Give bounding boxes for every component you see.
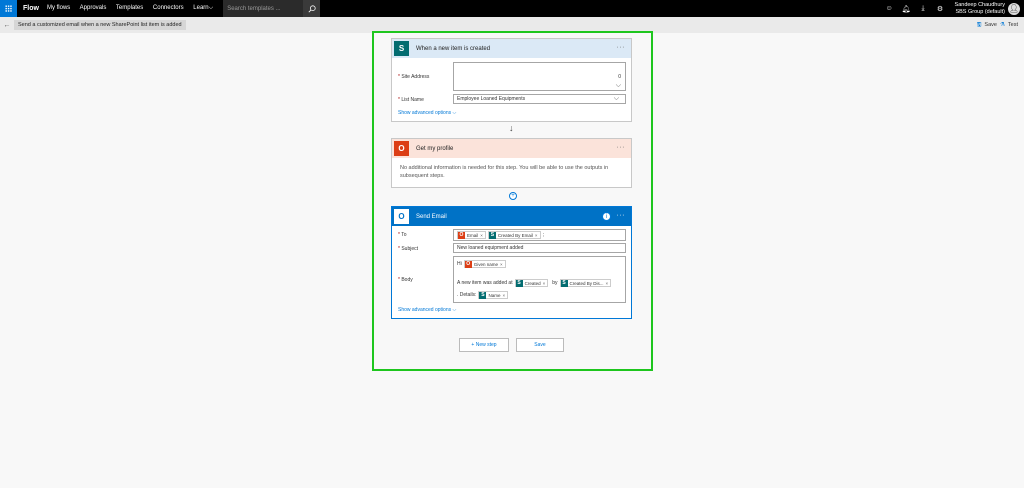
token-given-name[interactable]: O Given name × [463,260,506,268]
email-card: O Send Email i ··· * To O Email × S Created… [391,206,632,319]
trigger-card: S When a new item is created ··· * Site … [391,38,632,122]
chevron-down-icon: ⌵ [613,95,619,102]
token-created-by-display[interactable]: S Created By Dis... × [559,279,612,287]
user-org: SBS Group (default) [955,8,1005,15]
save-link[interactable]: Save [984,22,997,28]
token-created[interactable]: S Created × [514,279,549,287]
top-bar: Flow My flows Approvals Templates Connec… [0,0,1024,17]
top-right-controls: ☺ 🔔︎ ⤓ ⚙ Sandeep Chaudhury SBS Group (de… [881,0,1024,17]
token-name[interactable]: S Name × [478,291,509,299]
to-field[interactable]: O Email × S Created By Email × ; [453,229,626,241]
profile-title: Get my profile [416,145,454,152]
chevron-down-icon[interactable]: ⌵ [616,82,621,90]
more-options-icon[interactable]: ··· [617,144,626,151]
info-icon[interactable]: i [602,212,611,221]
test-flask-icon: ⚗ [999,22,1005,28]
sharepoint-icon: S [488,231,496,239]
search-input[interactable]: Search templates ... [223,0,304,17]
outlook-icon: O [394,209,409,224]
chevron-down-icon: ⌵ [452,307,457,313]
remove-token-icon[interactable]: × [543,281,546,286]
remove-token-icon[interactable]: × [480,233,483,238]
nav-my-flows[interactable]: My flows [47,5,70,11]
sharepoint-icon: S [515,279,523,287]
sharepoint-icon: S [479,291,487,299]
list-name-label: * List Name [398,97,424,103]
to-label: * To [398,232,407,238]
sharepoint-icon: S [560,279,568,287]
office-icon: O [464,260,472,268]
subject-field[interactable]: New loaned equipment added [453,243,626,253]
download-icon[interactable]: ⤓ [915,0,932,17]
flow-name[interactable]: Send a customized email when a new Share… [14,20,186,30]
body-field[interactable]: Hi O Given name × A new item was added at … [453,256,626,303]
email-advanced-options[interactable]: Show advanced options ⌵ [398,307,456,313]
trigger-advanced-options[interactable]: Show advanced options ⌵ [398,110,456,116]
office-icon: O [458,231,465,239]
add-step-plus-icon[interactable]: + [509,192,517,200]
brand-title[interactable]: Flow [23,5,39,12]
site-address-label: * Site Address [398,74,430,80]
to-separator: ; [542,232,544,238]
email-card-header[interactable]: O Send Email i ··· [392,207,631,226]
feedback-smiley-icon[interactable]: ☺ [881,0,898,17]
gear-icon[interactable]: ⚙ [932,0,949,17]
body-by: by [552,280,558,286]
remove-token-icon[interactable]: × [535,233,538,238]
body-line2: A new item was added at [457,280,513,286]
nav-connectors[interactable]: Connectors [153,5,184,11]
sharepoint-icon: S [394,41,409,56]
profile-message: No additional information is needed for … [400,165,609,179]
flow-actions: 🖫︎ Save ⚗ Test [974,17,1018,33]
list-name-select[interactable]: Employee Loaned Equipments ⌵ [453,94,626,104]
trigger-card-header[interactable]: S When a new item is created ··· [392,39,631,58]
remove-token-icon[interactable]: × [502,293,505,298]
profile-card: O Get my profile ··· No additional infor… [391,138,632,188]
profile-card-header[interactable]: O Get my profile ··· [392,139,631,158]
trigger-title: When a new item is created [416,45,491,52]
back-arrow-icon[interactable]: ← [0,22,14,29]
more-options-icon[interactable]: ··· [617,212,626,219]
office-icon: O [394,141,409,156]
nav-templates[interactable]: Templates [116,5,143,11]
remove-token-icon[interactable]: × [606,281,609,286]
more-options-icon[interactable]: ··· [617,44,626,51]
token-email[interactable]: O Email × [457,231,486,239]
waffle-icon [5,5,12,12]
search-button[interactable] [303,0,321,17]
remove-token-icon[interactable]: × [500,262,503,267]
body-label: * Body [398,277,413,283]
site-address-value: 0 [618,74,621,80]
user-name: Sandeep Chaudhury [954,1,1005,8]
avatar[interactable]: 👤︎ [1008,2,1020,15]
token-created-by-email[interactable]: S Created By Email × [487,231,541,239]
nav-learn[interactable]: Learn⌵ [193,5,213,11]
chevron-down-icon: ⌵ [208,5,214,11]
app-launcher-button[interactable] [0,0,17,17]
user-info[interactable]: Sandeep Chaudhury SBS Group (default) [955,2,1005,16]
down-arrow-icon: ↓ [509,123,514,133]
save-button[interactable]: Save [516,338,564,352]
save-disk-icon: 🖫︎ [976,21,982,28]
body-details: . Details: [457,292,477,298]
email-title: Send Email [416,213,447,220]
notification-bell-icon[interactable]: 🔔︎ [898,0,915,17]
main-nav: My flows Approvals Templates Connectors … [47,5,221,12]
nav-approvals[interactable]: Approvals [80,5,107,11]
body-greeting: Hi [457,261,462,267]
search-icon [308,4,316,12]
site-address-field[interactable]: 0 ⌵ [453,62,626,91]
list-name-value: Employee Loaned Equipments [457,96,526,102]
test-link[interactable]: Test [1008,22,1018,28]
subject-label: * Subject [398,246,419,252]
chevron-down-icon: ⌵ [452,110,457,116]
new-step-button[interactable]: + New step [459,338,509,352]
